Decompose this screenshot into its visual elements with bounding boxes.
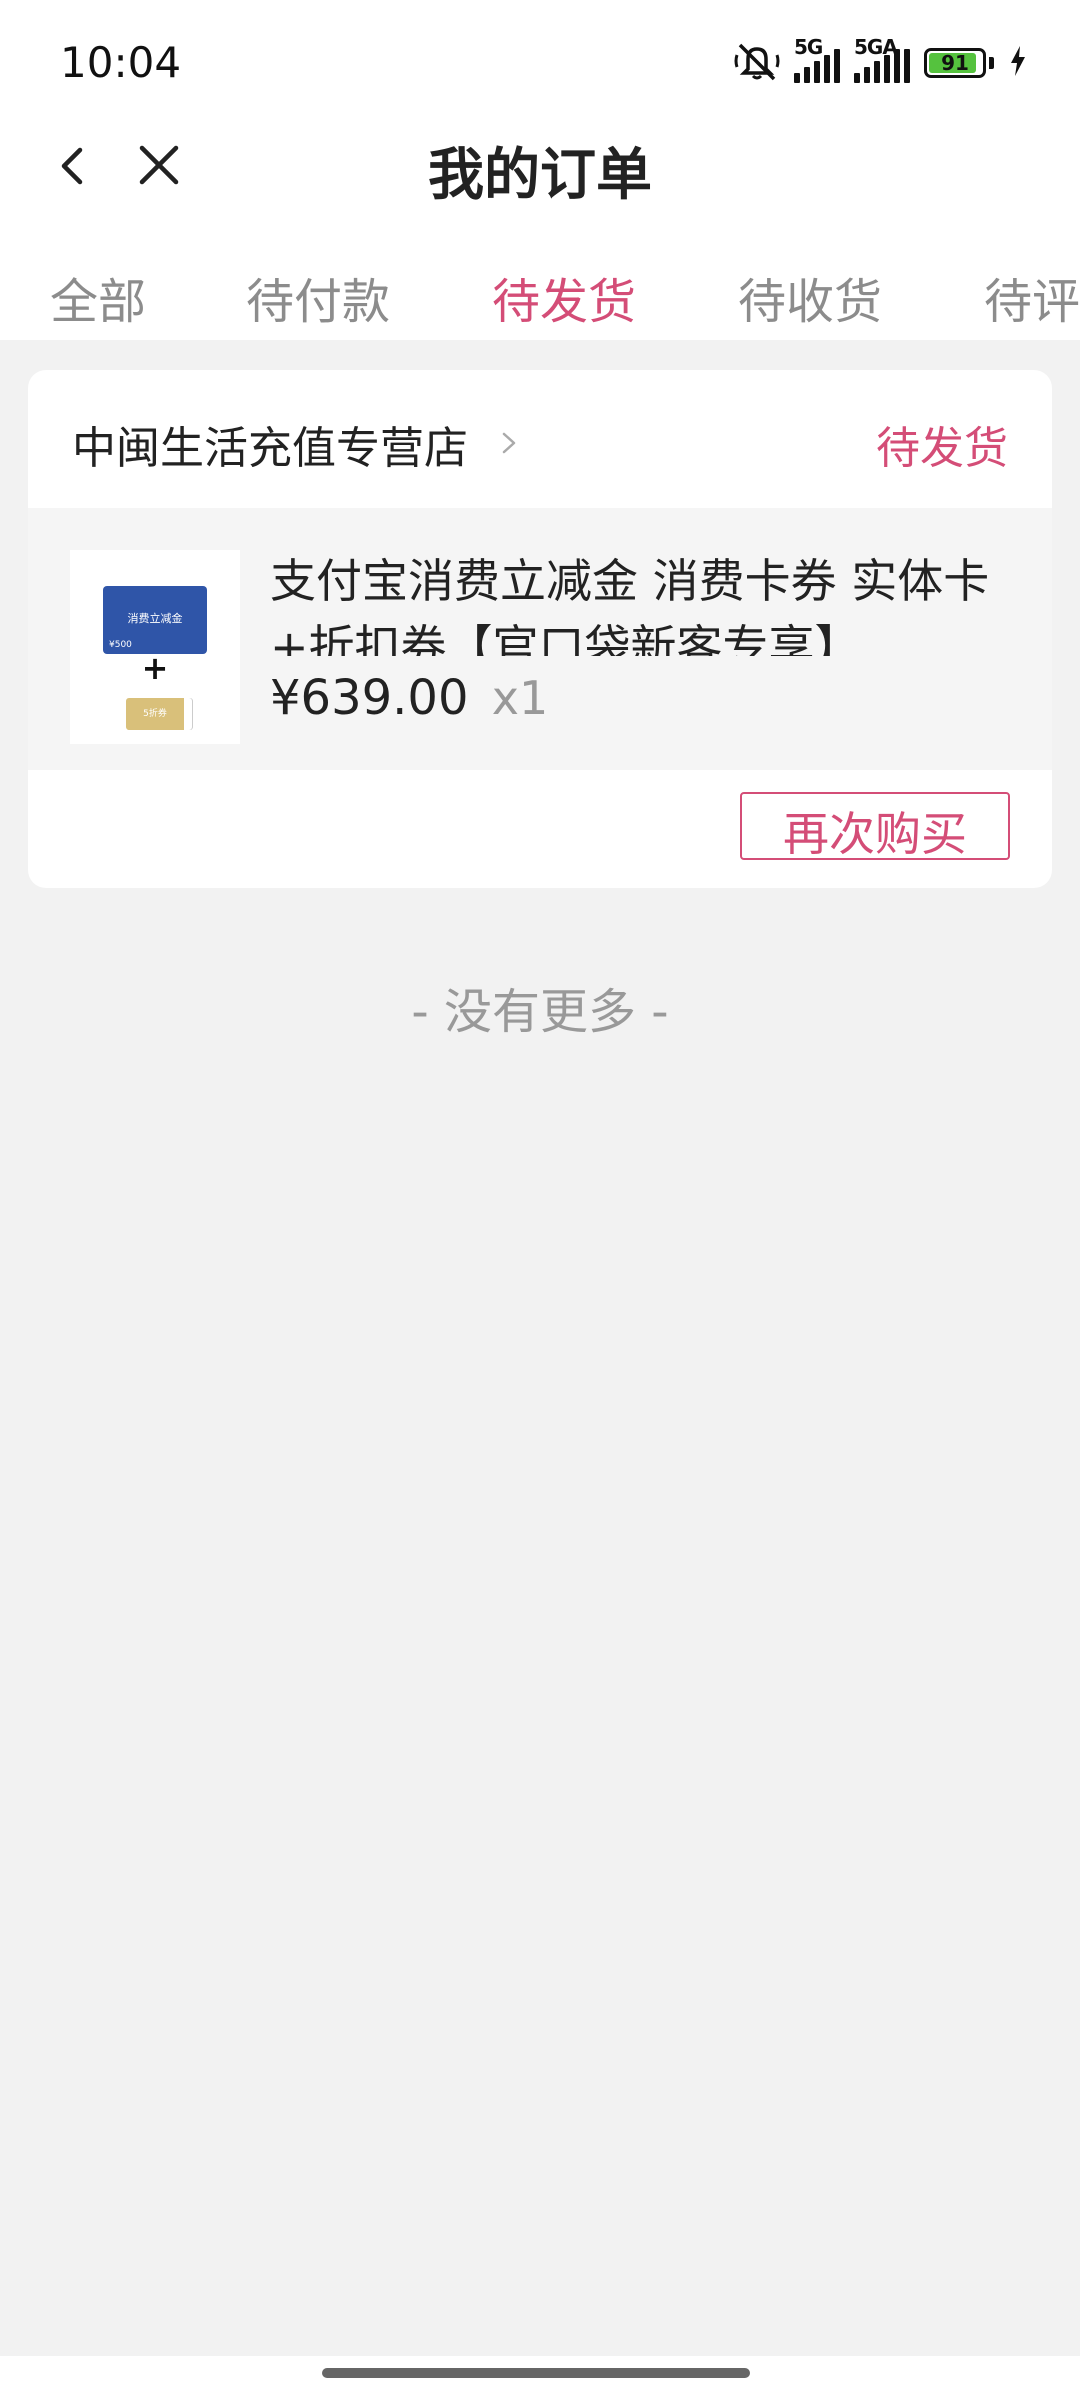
tab-pending-shipment[interactable]: 待发货: [492, 262, 636, 332]
tab-pending-receipt[interactable]: 待收货: [738, 262, 882, 332]
battery-tip: [989, 57, 994, 69]
no-more-text: - 没有更多 -: [411, 984, 669, 1040]
mute-icon: [734, 41, 780, 85]
tab-pending-payment[interactable]: 待付款: [246, 262, 390, 332]
store-name-link[interactable]: 中闽生活充值专营店: [72, 412, 468, 476]
chevron-right-icon: [502, 432, 516, 454]
thumb-card-title: 消费立减金: [127, 612, 183, 625]
network-type-label: 5GA: [854, 35, 898, 59]
thumb-card-image: 消费立减金 ¥500: [103, 586, 207, 654]
product-price: ¥639.00: [270, 670, 469, 726]
order-card: 中闽生活充值专营店 待发货 消费立减金 ¥500 + 5折券 支付宝消费立减金 …: [28, 370, 1052, 888]
product-quantity: x1: [491, 671, 549, 725]
thumb-coupon-text: 5折券: [143, 709, 167, 719]
product-title: 支付宝消费立减金 消费卡券 实体卡+折扣券【官口袋新客专享】: [270, 554, 990, 656]
status-time: 10:04: [60, 38, 182, 87]
battery-icon: 91: [924, 48, 986, 78]
charging-icon: [1008, 45, 1028, 81]
page-title: 我的订单: [428, 143, 652, 208]
order-card-header: 中闽生活充值专营店 待发货: [28, 370, 1052, 508]
status-icons: 5G 5GA 91: [734, 35, 1028, 88]
network-type-label: 5G: [794, 35, 823, 59]
tab-pending-review[interactable]: 待评: [984, 262, 1080, 332]
order-tabs: 全部 待付款 待发货 待收货 待评: [0, 262, 1080, 332]
bottom-bar: [0, 2356, 1080, 2400]
signal-icon: 5GA: [854, 35, 910, 83]
thumb-coupon-image: 5折券: [126, 698, 192, 730]
tab-all[interactable]: 全部: [50, 262, 146, 332]
thumb-plus: +: [141, 649, 169, 687]
battery-level: 91: [941, 51, 969, 75]
home-indicator[interactable]: [322, 2368, 750, 2378]
order-status: 待发货: [876, 423, 1008, 474]
product-row[interactable]: 消费立减金 ¥500 + 5折券 支付宝消费立减金 消费卡券 实体卡+折扣券【官…: [28, 508, 1052, 770]
price-line: ¥639.00 x1: [270, 670, 548, 726]
thumb-card-value: ¥500: [109, 640, 132, 650]
rebuy-button[interactable]: 再次购买: [740, 792, 1010, 860]
product-thumbnail: 消费立减金 ¥500 + 5折券: [70, 550, 240, 744]
signal-icon: 5G: [794, 35, 840, 83]
order-card-footer: 再次购买: [28, 770, 1052, 888]
